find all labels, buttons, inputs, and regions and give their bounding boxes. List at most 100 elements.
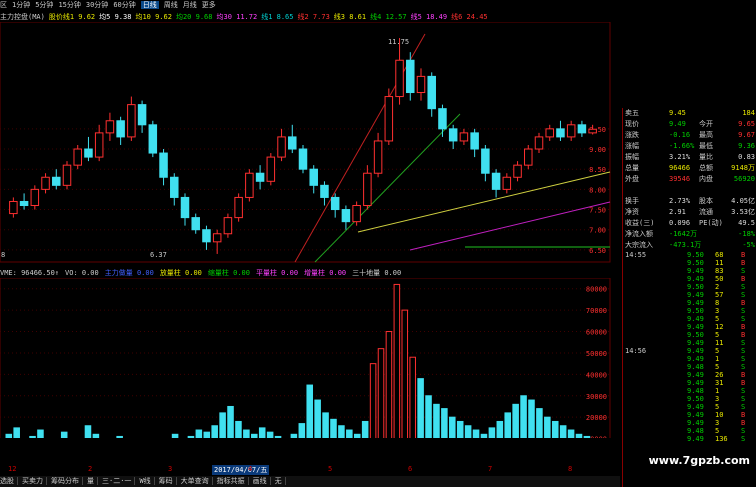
volume-bar [536, 408, 543, 438]
tick-row: 9.49 83 S [623, 267, 756, 275]
kline-indicator-bar: 主力控盘(MA) 股价线1 9.62 均5 9.38 均10 9.62 均20 9.68… [0, 12, 620, 22]
tick-d: B [741, 299, 746, 307]
indicator-value: 线6 24.45 [451, 13, 488, 21]
tick-p: 9.49 [687, 291, 704, 299]
period-tab-5[interactable]: 60分钟 [113, 1, 135, 9]
volume-bar [504, 412, 512, 438]
candle-body [524, 148, 533, 166]
volume-bar [92, 433, 100, 438]
quote-l1: 换手 [625, 197, 639, 205]
candle-body [459, 132, 469, 142]
tick-p: 9.48 [687, 427, 704, 435]
quote-row: 净流入额 -1642万 -18% [623, 229, 756, 240]
tick-d: S [741, 355, 746, 363]
indicator-value: 主力控盘(MA) [0, 13, 45, 21]
quote-row: 现价 9.49 今开 9.65 [623, 119, 756, 130]
tick-p: 9.48 [687, 363, 704, 371]
price-tick-label: 8.50 [589, 166, 606, 174]
status-tab[interactable]: 指标共振 [216, 477, 249, 485]
tick-t: 14:56 [625, 347, 647, 355]
volume-bar [29, 435, 36, 438]
tick-row: 9.48 5 S [623, 427, 756, 435]
tick-q: 26 [715, 371, 724, 379]
tick-row: 9.48 5 S [623, 363, 756, 371]
quote-v2: 56920 [733, 175, 755, 183]
candle-body [9, 200, 18, 215]
candle-body [373, 140, 383, 174]
volume-bar [488, 427, 496, 438]
volume-bar [456, 420, 464, 438]
volume-bar [361, 420, 369, 438]
tick-p: 9.49 [687, 323, 704, 331]
tick-q: 1 [715, 355, 720, 363]
quote-v1: 2.73% [669, 197, 691, 205]
tick-q: 31 [715, 379, 724, 387]
date-axis-mark: 2 [88, 465, 93, 473]
candle-body [545, 128, 554, 138]
candle-body [202, 229, 211, 243]
period-tab-8[interactable]: 月线 [183, 1, 197, 9]
candle-body [363, 172, 372, 207]
period-tab-1[interactable]: 1分钟 [12, 1, 30, 9]
candle-body [438, 108, 447, 130]
period-tab-9[interactable]: 更多 [202, 1, 216, 9]
price-tick-label: 6.50 [589, 247, 606, 255]
candle-body [94, 132, 104, 158]
period-tab-4[interactable]: 30分钟 [86, 1, 108, 9]
period-tab-3[interactable]: 15分钟 [58, 1, 80, 9]
status-tab[interactable]: 筹码分布 [51, 477, 83, 485]
status-tab[interactable]: 选股 [0, 477, 18, 485]
status-tab[interactable]: 筹码 [158, 477, 177, 485]
quote-v2: 49.5 [738, 219, 755, 227]
indicator-value: 均20 9.68 [175, 13, 213, 21]
volume-bar [266, 431, 274, 438]
tick-q: 57 [715, 291, 724, 299]
status-tab[interactable]: 买卖力 [22, 477, 47, 485]
period-tab-6[interactable]: 日线 [140, 1, 159, 9]
status-tab[interactable]: W线 [139, 477, 155, 485]
status-tab[interactable]: 画线 [252, 477, 271, 485]
status-tab[interactable]: 量 [87, 477, 98, 485]
quote-l2: 今开 [699, 120, 713, 128]
kline-chart[interactable]: 9.509.008.508.007.507.006.5011.756.378 [0, 22, 620, 266]
tick-list[interactable]: 14:55 9.50 68 B 9.50 11 B 9.49 83 S 9.49 50 B 9.50 2 S 9… [623, 251, 756, 443]
period-tab-0[interactable]: 区 [0, 1, 7, 9]
volume-indicator-value: 平量柱 0.00 [255, 269, 299, 277]
tick-row: 9.50 3 S [623, 395, 756, 403]
site-watermark: www.7gpzb.com [648, 454, 750, 467]
quote-l2: 最高 [699, 131, 713, 139]
price-tick-label: 7.00 [589, 227, 606, 235]
price-tick-label: 7.50 [589, 207, 606, 215]
volume-bar [60, 431, 68, 438]
candle-body [234, 196, 243, 219]
period-tab-7[interactable]: 周线 [164, 1, 178, 9]
volume-tick-label: 80000 [586, 286, 607, 294]
candle-body [556, 128, 565, 138]
indicator-value: 线4 12.57 [370, 13, 407, 21]
tick-p: 9.49 [687, 419, 704, 427]
tick-d: B [741, 331, 746, 339]
quote-v1: -1642万 [669, 230, 698, 238]
status-tab[interactable]: 大单查询 [180, 477, 213, 485]
volume-bar [5, 433, 13, 438]
tick-q: 11 [715, 339, 724, 347]
quote-l1: 涨幅 [625, 142, 639, 150]
tick-q: 50 [715, 275, 724, 283]
tick-q: 1 [715, 387, 720, 395]
candle-body [19, 200, 29, 207]
candle-body [73, 148, 82, 166]
period-tab-2[interactable]: 5分钟 [35, 1, 53, 9]
quote-l1: 振幅 [625, 153, 639, 161]
tick-row: 9.49 26 B [623, 371, 756, 379]
status-tab[interactable]: 三·二·一 [102, 477, 136, 485]
candle-body [62, 164, 72, 186]
volume-indicator-value: 放量柱 0.00 [159, 269, 202, 277]
quote-l1: 收益(三) [625, 219, 655, 227]
volume-chart[interactable]: 8000070000600005000040000300002000010000 [0, 278, 620, 438]
quote-l2: 量比 [699, 153, 713, 161]
volume-bar [551, 420, 559, 438]
status-tab[interactable]: 无 [274, 477, 286, 485]
quote-row [623, 185, 756, 196]
candle-body [491, 172, 501, 190]
chart-frame [0, 22, 611, 263]
